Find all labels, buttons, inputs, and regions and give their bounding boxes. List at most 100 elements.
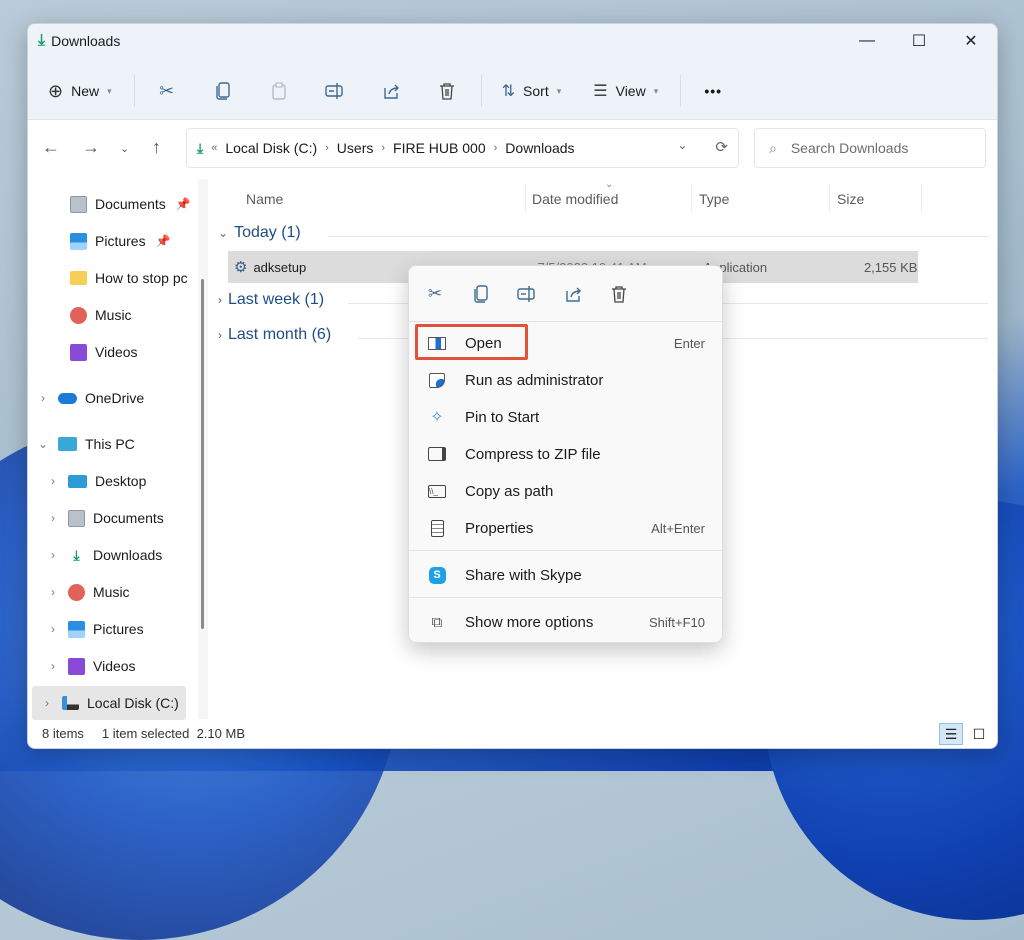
column-header-size[interactable]: Size xyxy=(837,191,864,207)
tiles-view-icon: ☐ xyxy=(972,725,986,742)
refresh-icon[interactable]: ⟳ xyxy=(715,138,728,156)
column-header-name[interactable]: Name xyxy=(246,191,283,207)
breadcrumb-downloads[interactable]: Downloads xyxy=(505,140,574,156)
breadcrumb-overflow[interactable]: « xyxy=(211,142,217,154)
group-header-today[interactable]: ⌄ Today (1) xyxy=(218,224,301,242)
ctx-delete-button[interactable] xyxy=(609,283,629,305)
chevron-right-icon[interactable]: › xyxy=(46,511,60,525)
see-more-button[interactable]: ••• xyxy=(691,75,735,107)
chevron-right-icon[interactable]: › xyxy=(46,622,60,636)
sidebar-item-this-pc[interactable]: ⌄ This PC xyxy=(36,427,135,461)
minimize-button[interactable]: — xyxy=(841,24,893,58)
address-history-chevron-icon[interactable]: ⌄ xyxy=(677,138,687,156)
recent-locations-chevron-icon[interactable]: ⌄ xyxy=(120,142,129,155)
menu-separator xyxy=(409,597,722,598)
up-arrow-icon[interactable]: ↑ xyxy=(152,137,161,158)
sidebar-item-videos[interactable]: › Videos xyxy=(46,649,136,683)
breadcrumb-separator[interactable]: › xyxy=(325,142,329,154)
chevron-down-icon[interactable]: ⌄ xyxy=(36,437,50,451)
group-header-last-week[interactable]: › Last week (1) xyxy=(218,291,324,309)
address-bar[interactable]: ⤓ « Local Disk (C:) › Users › FIRE HUB 0… xyxy=(186,128,739,168)
close-button[interactable]: ✕ xyxy=(945,24,997,58)
column-divider[interactable] xyxy=(525,184,526,212)
share-button[interactable] xyxy=(369,75,413,107)
paste-icon xyxy=(271,82,286,100)
view-button[interactable]: ☰ View ▾ xyxy=(583,75,668,107)
sidebar-item-pictures[interactable]: › Pictures xyxy=(46,612,144,646)
rename-button[interactable] xyxy=(313,75,357,107)
chevron-right-icon[interactable]: › xyxy=(40,696,54,710)
ctx-rename-button[interactable] xyxy=(517,283,537,305)
search-icon: ⌕ xyxy=(769,139,777,156)
show-more-options-icon: ⧉ xyxy=(431,613,443,631)
desktop-icon xyxy=(68,474,87,488)
ctx-cut-button[interactable]: ✂ xyxy=(425,283,445,305)
sidebar-item-downloads[interactable]: › ⤓ Downloads xyxy=(46,538,162,572)
status-bar: 8 items 1 item selected 2.10 MB xyxy=(28,718,997,748)
sort-indicator-icon: ⌄ xyxy=(605,179,614,190)
toolbar-divider xyxy=(133,75,135,107)
chevron-right-icon[interactable]: › xyxy=(36,391,50,405)
menu-item-open[interactable]: Open Enter xyxy=(417,326,715,360)
breadcrumb-user-folder[interactable]: FIRE HUB 000 xyxy=(393,140,486,156)
menu-item-properties[interactable]: Properties Alt+Enter xyxy=(417,511,715,545)
column-header-date[interactable]: Date modified xyxy=(532,191,618,207)
sidebar-item-how-to-stop-pc[interactable]: How to stop pc xyxy=(70,261,188,295)
forward-arrow-icon[interactable]: → xyxy=(82,137,100,158)
pin-icon[interactable]: 📌 xyxy=(176,197,191,211)
ctx-copy-button[interactable] xyxy=(471,283,491,305)
chevron-down-icon: ▾ xyxy=(107,85,112,96)
rename-icon xyxy=(324,83,343,99)
share-icon xyxy=(566,287,581,302)
sort-button[interactable]: ⇅ Sort ▾ xyxy=(492,75,572,107)
menu-item-run-as-admin[interactable]: Run as administrator xyxy=(417,363,715,397)
drive-icon xyxy=(62,696,79,710)
menu-item-show-more-options[interactable]: ⧉ Show more options Shift+F10 xyxy=(417,605,715,639)
breadcrumb-users[interactable]: Users xyxy=(337,140,374,156)
sidebar-item-local-disk[interactable]: › Local Disk (C:) xyxy=(32,686,186,720)
new-button[interactable]: ⊕ New ▾ xyxy=(38,75,122,107)
toolbar-divider xyxy=(480,75,482,107)
tiles-view-button[interactable]: ☐ xyxy=(967,723,991,745)
menu-separator xyxy=(409,550,722,551)
ctx-share-button[interactable] xyxy=(563,283,583,305)
sidebar-item-music-quick[interactable]: Music xyxy=(70,298,132,332)
scrollbar-thumb[interactable] xyxy=(201,279,204,629)
sidebar-item-videos-quick[interactable]: Videos xyxy=(70,335,138,369)
column-divider[interactable] xyxy=(829,184,830,212)
sidebar-scrollbar[interactable] xyxy=(198,179,208,719)
search-input[interactable]: ⌕ Search Downloads xyxy=(754,128,986,168)
selection-info: 1 item selected 2.10 MB xyxy=(101,725,245,741)
column-divider[interactable] xyxy=(691,184,692,212)
breadcrumb-separator[interactable]: › xyxy=(494,142,498,154)
sidebar-item-desktop[interactable]: › Desktop xyxy=(46,464,146,498)
column-header-type[interactable]: Type xyxy=(699,191,729,207)
maximize-button[interactable]: ☐ xyxy=(893,24,945,58)
sidebar-item-documents-quick[interactable]: Documents 📌 xyxy=(70,187,191,221)
chevron-right-icon[interactable]: › xyxy=(46,474,60,488)
group-header-last-month[interactable]: › Last month (6) xyxy=(218,326,331,344)
breadcrumb-local-disk[interactable]: Local Disk (C:) xyxy=(225,140,317,156)
sidebar-item-documents[interactable]: › Documents xyxy=(46,501,164,535)
chevron-right-icon[interactable]: › xyxy=(46,659,60,673)
chevron-right-icon[interactable]: › xyxy=(46,585,60,599)
cut-button[interactable]: ✂ xyxy=(145,75,189,107)
delete-icon xyxy=(612,285,626,303)
chevron-right-icon[interactable]: › xyxy=(46,548,60,562)
back-arrow-icon[interactable]: ← xyxy=(42,137,60,158)
menu-item-pin-to-start[interactable]: ✧ Pin to Start xyxy=(417,400,715,434)
delete-button[interactable] xyxy=(425,75,469,107)
copy-button[interactable] xyxy=(201,75,245,107)
sidebar-item-pictures-quick[interactable]: Pictures 📌 xyxy=(70,224,171,258)
share-icon xyxy=(383,84,399,99)
pin-icon[interactable]: 📌 xyxy=(156,234,171,248)
sidebar-item-music[interactable]: › Music xyxy=(46,575,130,609)
sidebar-item-onedrive[interactable]: › OneDrive xyxy=(36,381,144,415)
menu-item-copy-as-path[interactable]: \\_ Copy as path xyxy=(417,474,715,508)
breadcrumb-separator[interactable]: › xyxy=(381,142,385,154)
paste-button[interactable] xyxy=(257,75,301,107)
menu-item-compress-zip[interactable]: Compress to ZIP file xyxy=(417,437,715,471)
details-view-button[interactable]: ☰ xyxy=(939,723,963,745)
column-divider[interactable] xyxy=(921,184,922,212)
menu-item-share-skype[interactable]: S Share with Skype xyxy=(417,558,715,592)
